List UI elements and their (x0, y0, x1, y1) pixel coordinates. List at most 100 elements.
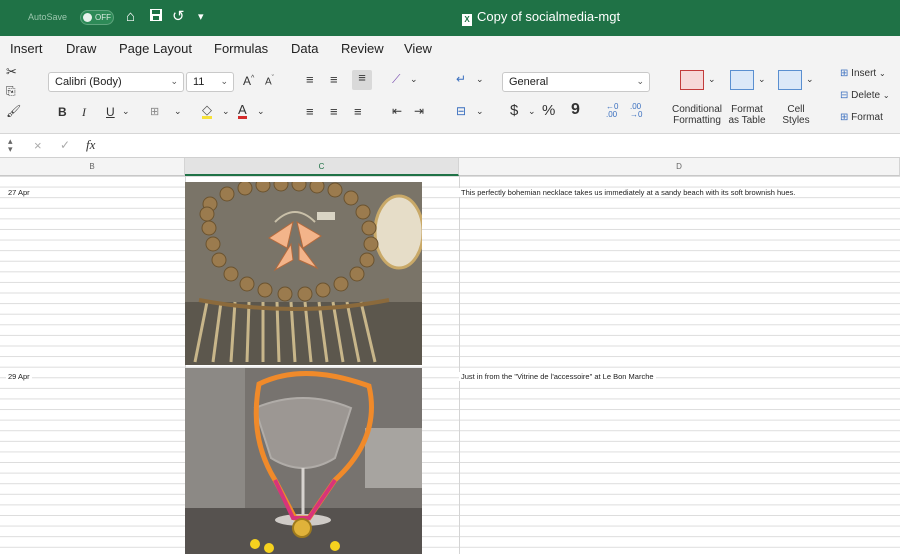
chevron-down-icon[interactable]: ⌄ (476, 106, 484, 117)
save-icon[interactable] (149, 8, 163, 27)
excel-file-icon: X (462, 14, 472, 26)
format-cells-icon: ⊞ (840, 112, 849, 123)
chevron-down-icon[interactable]: ⌄ (806, 74, 814, 85)
format-as-table-button[interactable]: Format as Table (724, 104, 770, 126)
sheet-grid[interactable] (0, 176, 900, 554)
chevron-down-icon: ⌄ (170, 76, 178, 86)
font-name-value: Calibri (Body) (55, 76, 122, 88)
increase-font-button[interactable]: A^ (243, 74, 254, 88)
title-bar: AutoSave OFF ⌂ ↺ ▾ X Copy of socialmedia-… (0, 0, 900, 36)
autosave-state: OFF (95, 13, 111, 22)
cell-b-date-1[interactable]: 27 Apr (6, 188, 32, 197)
decrease-font-label: A (265, 76, 272, 88)
necklace-photo-1[interactable] (185, 182, 422, 365)
underline-button[interactable]: U (106, 105, 115, 119)
necklace-photo-2[interactable] (185, 368, 422, 554)
chevron-down-icon[interactable]: ⌄ (528, 106, 536, 117)
delete-cells-label: Delete (851, 90, 881, 101)
delete-cells-button[interactable]: ⊟ Delete ⌄ (840, 90, 890, 101)
enter-icon[interactable]: ✓ (60, 138, 70, 152)
tab-formulas[interactable]: Formulas (214, 41, 268, 56)
cell-d-caption-2[interactable]: Just in from the "Vitrine de l'accessoir… (459, 372, 656, 381)
bold-button[interactable]: B (58, 105, 67, 119)
increase-font-label: A (243, 74, 252, 88)
align-left-icon[interactable]: ≡ (306, 104, 314, 119)
format-painter-icon[interactable]: 🖌 (6, 104, 21, 118)
increase-indent-icon[interactable]: ⇥ (414, 104, 424, 118)
format-cells-button[interactable]: ⊞ Format (840, 112, 883, 123)
chevron-down-icon[interactable]: ⌄ (476, 74, 484, 85)
wrap-text-icon[interactable]: ↵ (456, 72, 466, 86)
number-format-value: General (509, 76, 549, 88)
comma-button[interactable]: 9 (571, 101, 580, 119)
chevron-down-icon: ⌄ (882, 91, 890, 100)
conditional-formatting-icon[interactable] (680, 70, 704, 90)
percent-button[interactable]: % (542, 102, 555, 119)
chevron-down-icon[interactable]: ⌄ (122, 106, 130, 117)
document-title-text: Copy of socialmedia-mgt (477, 9, 621, 24)
toggle-knob (83, 13, 92, 22)
decrease-font-button[interactable]: Aˇ (265, 75, 274, 87)
document-title: X Copy of socialmedia-mgt (462, 9, 620, 26)
copy-icon[interactable]: ⎘ (6, 84, 16, 99)
chevron-down-icon[interactable]: ⌄ (222, 106, 230, 117)
align-top-icon[interactable]: ≡ (306, 72, 314, 87)
tab-data[interactable]: Data (291, 41, 318, 56)
undo-icon[interactable]: ↺ (172, 8, 185, 26)
autosave-label: AutoSave (28, 12, 68, 22)
decrease-indent-icon[interactable]: ⇤ (392, 104, 402, 118)
align-bottom-icon[interactable]: ≡ (352, 70, 372, 90)
column-header-c[interactable]: C (185, 158, 459, 176)
insert-function-button[interactable]: fx (86, 137, 95, 153)
column-divider (459, 176, 460, 554)
chevron-down-icon: ⌄ (220, 76, 228, 86)
tab-review[interactable]: Review (341, 41, 384, 56)
font-size-value: 11 (193, 76, 205, 88)
column-header-d[interactable]: D (459, 158, 900, 176)
autosave-toggle[interactable]: OFF (80, 10, 114, 25)
cell-styles-button[interactable]: Cell Styles (776, 104, 816, 126)
tab-insert[interactable]: Insert (10, 41, 43, 56)
tab-page-layout[interactable]: Page Layout (119, 41, 192, 56)
currency-button[interactable]: $ (510, 102, 518, 119)
borders-icon[interactable]: ⊞ (150, 105, 159, 118)
conditional-formatting-button[interactable]: Conditional Formatting (666, 104, 728, 126)
format-as-table-icon[interactable] (730, 70, 754, 90)
fill-color-icon[interactable]: ◇ (202, 103, 212, 119)
font-size-select[interactable]: 11 ⌄ (186, 72, 234, 92)
decrease-decimal-icon[interactable]: .00 →0 (630, 103, 642, 119)
align-center-icon[interactable]: ≡ (330, 104, 338, 119)
cell-styles-icon[interactable] (778, 70, 802, 90)
format-cells-label: Format (851, 112, 883, 123)
merge-center-icon[interactable]: ⊟ (456, 104, 466, 118)
home-icon[interactable]: ⌂ (126, 8, 135, 26)
chevron-down-icon[interactable]: ⌄ (758, 74, 766, 85)
ribbon-tabs: Insert Draw Page Layout Formulas Data Re… (0, 36, 900, 60)
insert-cells-icon: ⊞ (840, 68, 849, 79)
chevron-down-icon[interactable]: ⌄ (257, 106, 265, 117)
font-name-select[interactable]: Calibri (Body) ⌄ (48, 72, 184, 92)
italic-button[interactable]: I (82, 105, 86, 120)
chevron-down-icon[interactable]: ⌄ (708, 74, 716, 85)
column-header-b[interactable]: B (0, 158, 185, 176)
cut-icon[interactable]: ✂ (6, 64, 17, 80)
chevron-down-icon[interactable]: ⌄ (174, 106, 182, 117)
customize-toolbar-icon[interactable]: ▾ (198, 8, 204, 26)
align-middle-icon[interactable]: ≡ (330, 72, 338, 87)
formula-bar: ▴ ▾ × ✓ fx (0, 134, 900, 158)
cell-d-caption-1[interactable]: This perfectly bohemian necklace takes u… (459, 188, 798, 197)
name-box-stepper[interactable]: ▴ ▾ (8, 137, 13, 154)
tab-draw[interactable]: Draw (66, 41, 96, 56)
tab-view[interactable]: View (404, 41, 432, 56)
delete-cells-icon: ⊟ (840, 90, 849, 101)
increase-decimal-icon[interactable]: ←0.00 (606, 103, 618, 119)
align-right-icon[interactable]: ≡ (354, 104, 362, 119)
insert-cells-button[interactable]: ⊞ Insert ⌄ (840, 68, 886, 79)
font-color-icon[interactable]: A (238, 103, 247, 119)
number-format-select[interactable]: General ⌄ (502, 72, 650, 92)
chevron-down-icon: ⌄ (878, 69, 886, 78)
cell-b-date-2[interactable]: 29 Apr (6, 372, 32, 381)
chevron-down-icon[interactable]: ⌄ (410, 74, 418, 85)
cancel-icon[interactable]: × (34, 138, 42, 153)
orientation-icon[interactable]: ⟋ (392, 72, 400, 87)
